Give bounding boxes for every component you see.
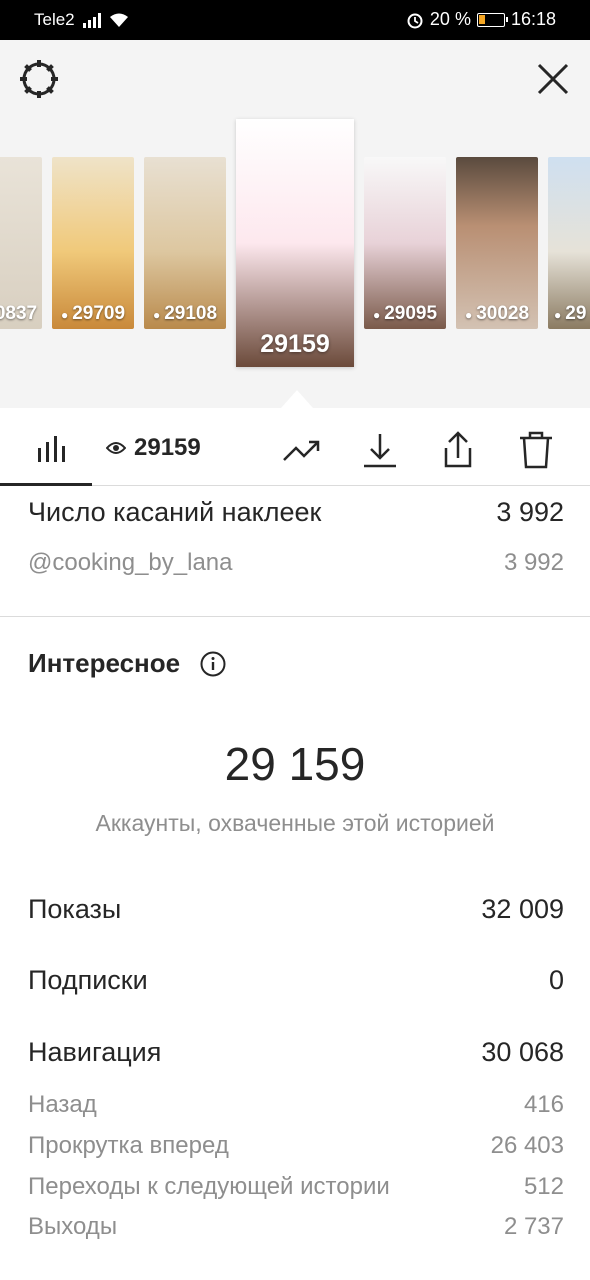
clock: 16:18: [510, 9, 556, 29]
share-icon[interactable]: [438, 430, 478, 470]
mention-sticker-label: @cooking_by_lana: [28, 549, 233, 576]
wifi-icon: [109, 13, 128, 27]
info-icon[interactable]: [200, 651, 226, 677]
sticker-taps-row: Число касаний наклеек 3 992: [28, 497, 564, 528]
navigation-item-label: Назад: [28, 1091, 97, 1118]
thumbnail-views: 30028: [476, 303, 530, 324]
follows-row: Подписки 0: [28, 965, 564, 996]
navigation-item-value: 26 403: [490, 1132, 564, 1159]
sticker-taps-label: Число касаний наклеек: [28, 497, 322, 527]
follows-value: 0: [548, 965, 564, 995]
reach-caption: Аккаунты, охваченные этой историей: [95, 810, 495, 836]
selected-story-thumbnail[interactable]: 29159: [236, 119, 354, 367]
story-thumbnail[interactable]: ● 29095: [364, 157, 446, 329]
reach-value: 29 159: [224, 738, 366, 790]
eye-icon: ●: [372, 308, 381, 322]
eye-icon: ●: [152, 308, 161, 322]
download-icon[interactable]: [360, 430, 400, 470]
thumbnail-views: 29095: [384, 303, 438, 324]
navigation-back-row: Назад 416: [28, 1091, 564, 1119]
active-tab-indicator: [0, 483, 92, 486]
signal-icon: [82, 12, 101, 28]
eye-icon: [106, 442, 126, 454]
selected-thumbnail-views: 29159: [260, 330, 330, 358]
impressions-label: Показы: [28, 894, 122, 924]
navigation-row: Навигация 30 068: [28, 1037, 564, 1068]
discovery-title: Интересное: [28, 648, 181, 678]
follows-label: Подписки: [28, 965, 148, 995]
settings-gear-icon[interactable]: [18, 58, 60, 100]
mention-sticker-value: 3 992: [503, 549, 564, 576]
story-thumbnail[interactable]: ● 29: [548, 157, 590, 329]
battery-icon: [476, 12, 508, 27]
navigation-item-value: 512: [523, 1173, 564, 1200]
battery-percent: 20 %: [429, 9, 471, 29]
navigation-item-value: 416: [523, 1091, 564, 1118]
mention-sticker-row: @cooking_by_lana 3 992: [28, 549, 564, 577]
eye-icon: ●: [60, 308, 69, 322]
promote-trend-icon[interactable]: [282, 430, 322, 470]
eye-icon: ●: [464, 308, 473, 322]
sticker-taps-value: 3 992: [496, 497, 564, 527]
navigation-label: Навигация: [28, 1037, 162, 1067]
thumbnail-views: 29709: [72, 303, 126, 324]
views-tab[interactable]: 29159: [106, 434, 201, 462]
thumbnail-views: 29108: [164, 303, 218, 324]
navigation-item-label: Выходы: [28, 1213, 118, 1240]
views-count: 29159: [134, 434, 201, 461]
story-thumbnail[interactable]: 0837: [0, 157, 42, 329]
navigation-item-value: 2 737: [503, 1213, 564, 1240]
alarm-icon: [407, 13, 423, 28]
navigation-next-story-row: Переходы к следующей истории 512: [28, 1173, 564, 1201]
close-icon[interactable]: [536, 62, 570, 96]
carrier-name: Tele2: [34, 10, 75, 29]
selection-caret: [281, 390, 313, 408]
delete-trash-icon[interactable]: [516, 430, 556, 470]
thumbnail-views: 0837: [0, 303, 38, 324]
story-thumbnail[interactable]: ● 30028: [456, 157, 538, 329]
discovery-section-title: Интересное: [28, 648, 226, 679]
navigation-exits-row: Выходы 2 737: [28, 1213, 564, 1241]
navigation-item-label: Переходы к следующей истории: [28, 1173, 390, 1200]
section-divider: [0, 616, 590, 617]
eye-icon: ●: [554, 308, 562, 322]
story-thumbnail[interactable]: ● 29709: [52, 157, 134, 329]
story-toolbar: 29159: [0, 408, 590, 486]
thumbnail-views: 29: [565, 303, 587, 324]
insights-bar-chart-icon[interactable]: [36, 436, 68, 462]
story-thumbnail[interactable]: ● 29108: [144, 157, 226, 329]
impressions-row: Показы 32 009: [28, 894, 564, 925]
navigation-value: 30 068: [481, 1037, 564, 1067]
story-carousel-area: 0837 ● 29709 ● 29108 29159 ● 29095 ● 30028 ●…: [0, 40, 590, 408]
status-bar: Tele2 20 % 16:18: [0, 0, 590, 40]
navigation-forward-row: Прокрутка вперед 26 403: [28, 1132, 564, 1160]
impressions-value: 32 009: [481, 894, 564, 924]
navigation-item-label: Прокрутка вперед: [28, 1132, 229, 1159]
